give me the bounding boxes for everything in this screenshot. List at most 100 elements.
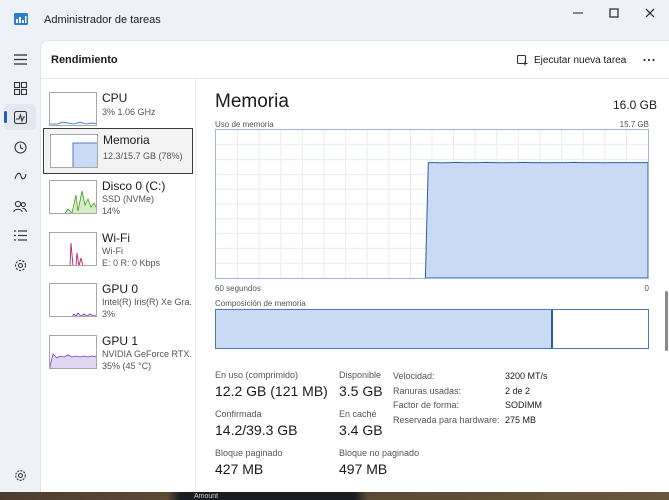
device-wifi[interactable]: Wi-Fi Wi-Fi E: 0 R: 0 Kbps <box>43 227 193 273</box>
device-detail: NVIDIA GeForce RTX... <box>102 349 192 359</box>
stat-label: Disponible <box>339 370 382 380</box>
window-title: Administrador de tareas <box>44 14 161 26</box>
device-name: Memoria <box>103 133 150 147</box>
background-peek-text: Amount <box>194 493 219 500</box>
maximize-button[interactable] <box>596 2 632 24</box>
close-button[interactable] <box>632 2 668 24</box>
stat-value: 12.2 GB (121 MB) <box>215 383 328 399</box>
command-bar: Rendimiento Ejecutar nueva tarea <box>41 41 669 79</box>
startup-apps-icon <box>13 172 27 179</box>
run-new-task-button[interactable]: Ejecutar nueva tarea <box>517 51 626 69</box>
stat-value: 3.5 GB <box>339 383 383 399</box>
usage-graph-max: 15.7 GB <box>619 120 649 129</box>
stat-label: En uso (comprimido) <box>215 370 299 380</box>
device-throughput: E: 0 R: 0 Kbps <box>102 258 161 268</box>
prop-label: Ranuras usadas: <box>393 385 462 396</box>
prop-value: 275 MB <box>505 414 537 425</box>
nav-app-history[interactable] <box>4 134 36 160</box>
stat-label: Confirmada <box>215 409 262 419</box>
device-usage: 14% <box>102 206 121 216</box>
detail-total: 16.0 GB <box>612 98 657 112</box>
details-icon <box>13 229 27 241</box>
settings-button[interactable] <box>4 463 36 487</box>
stat-value: 3.4 GB <box>339 422 383 438</box>
device-disk-0[interactable]: Disco 0 (C:) SSD (NVMe) 14% <box>43 175 193 221</box>
close-icon <box>645 8 655 18</box>
prop-slots-used: Ranuras usadas: 2 de 2 <box>393 386 573 401</box>
nav-startup-apps[interactable] <box>4 163 36 189</box>
device-gpu-1[interactable]: GPU 1 NVIDIA GeForce RTX... 35% (45 °C) <box>43 330 193 376</box>
nav-services[interactable] <box>4 252 36 278</box>
nav-menu-button[interactable] <box>4 46 36 72</box>
background-desktop <box>0 492 669 500</box>
stat-value: 427 MB <box>215 461 264 477</box>
device-name: CPU <box>102 91 128 105</box>
usage-graph-label: Uso de memoria <box>215 120 274 129</box>
performance-icon <box>13 110 27 124</box>
more-options-icon <box>643 58 655 62</box>
device-cpu[interactable]: CPU 3% 1.06 GHz <box>43 87 193 133</box>
memory-usage-graph <box>215 129 649 279</box>
more-options-button[interactable] <box>637 51 661 69</box>
stat-label: Bloque paginado <box>215 448 283 458</box>
disk-thumbnail-graph <box>49 180 97 214</box>
stat-cached: En caché 3.4 GB <box>339 409 383 438</box>
processes-icon <box>13 81 27 95</box>
minimize-icon <box>573 12 583 14</box>
prop-value: SODIMM <box>505 400 542 410</box>
nav-performance[interactable] <box>4 104 36 130</box>
vertical-scrollbar[interactable] <box>665 291 668 351</box>
prop-label: Factor de forma: <box>393 400 460 410</box>
page-title: Rendimiento <box>51 54 118 66</box>
device-usage: 3% <box>102 309 116 319</box>
wifi-thumbnail-graph <box>49 232 97 266</box>
minimize-button[interactable] <box>560 2 596 24</box>
device-detail: Intel(R) Iris(R) Xe Gra... <box>102 297 192 307</box>
memory-detail-panel: Memoria 16.0 GB Uso de memoria 15.7 GB 6… <box>213 79 657 492</box>
device-gpu-0[interactable]: GPU 0 Intel(R) Iris(R) Xe Gra... 3% <box>43 278 193 324</box>
device-name: GPU 1 <box>102 334 139 348</box>
nav-processes[interactable] <box>4 75 36 101</box>
nav-users[interactable] <box>4 193 36 219</box>
device-detail: 3% 1.06 GHz <box>102 107 156 117</box>
prop-label: Velocidad: <box>393 371 435 381</box>
prop-hardware-reserved: Reservada para hardware: 275 MB <box>393 415 573 430</box>
memory-properties: Velocidad: 3200 MT/s Ranuras usadas: 2 de … <box>393 371 573 429</box>
device-name: Wi-Fi <box>102 231 130 245</box>
main-content: Rendimiento Ejecutar nueva tarea CPU 3% … <box>40 40 669 492</box>
device-detail: Wi-Fi <box>102 246 123 256</box>
memory-usage-series <box>424 161 649 279</box>
composition-in-use-segment <box>216 310 553 348</box>
left-navigation <box>0 40 40 492</box>
task-manager-window: Administrador de tareas Rendimiento Ejec… <box>0 0 669 492</box>
run-new-task-label: Ejecutar nueva tarea <box>534 54 627 66</box>
device-usage: 35% (45 °C) <box>102 361 152 371</box>
stat-value: 497 MB <box>339 461 388 477</box>
maximize-icon <box>609 8 619 18</box>
services-icon <box>14 259 26 271</box>
device-memory[interactable]: Memoria 12.3/15.7 GB (78%) <box>43 128 193 174</box>
stat-value: 14.2/39.3 GB <box>215 422 298 438</box>
run-new-task-icon <box>517 54 528 65</box>
stat-nonpaged-pool: Bloque no paginado 497 MB <box>339 448 419 477</box>
stat-in-use: En uso (comprimido) 12.2 GB (121 MB) <box>215 370 328 399</box>
gear-icon <box>14 469 26 481</box>
nav-details[interactable] <box>4 222 36 248</box>
composition-graph-label: Composición de memoria <box>215 299 306 308</box>
device-name: Disco 0 (C:) <box>102 179 166 193</box>
memory-composition-graph <box>215 309 649 349</box>
hamburger-menu-icon <box>13 53 27 65</box>
stat-label: Bloque no paginado <box>339 448 420 458</box>
memory-usage-plot <box>216 130 649 279</box>
device-detail: SSD (NVMe) <box>102 194 155 204</box>
prop-speed: Velocidad: 3200 MT/s <box>393 371 573 386</box>
gpu0-thumbnail-graph <box>49 283 97 317</box>
title-bar[interactable]: Administrador de tareas <box>0 0 669 40</box>
time-axis-label: 60 segundos <box>215 284 261 293</box>
cpu-thumbnail-graph <box>49 92 97 126</box>
users-icon <box>13 200 27 212</box>
detail-title: Memoria <box>215 91 289 112</box>
prop-value: 3200 MT/s <box>505 371 548 381</box>
time-axis-min: 0 <box>644 284 649 293</box>
stat-available: Disponible 3.5 GB <box>339 370 383 399</box>
